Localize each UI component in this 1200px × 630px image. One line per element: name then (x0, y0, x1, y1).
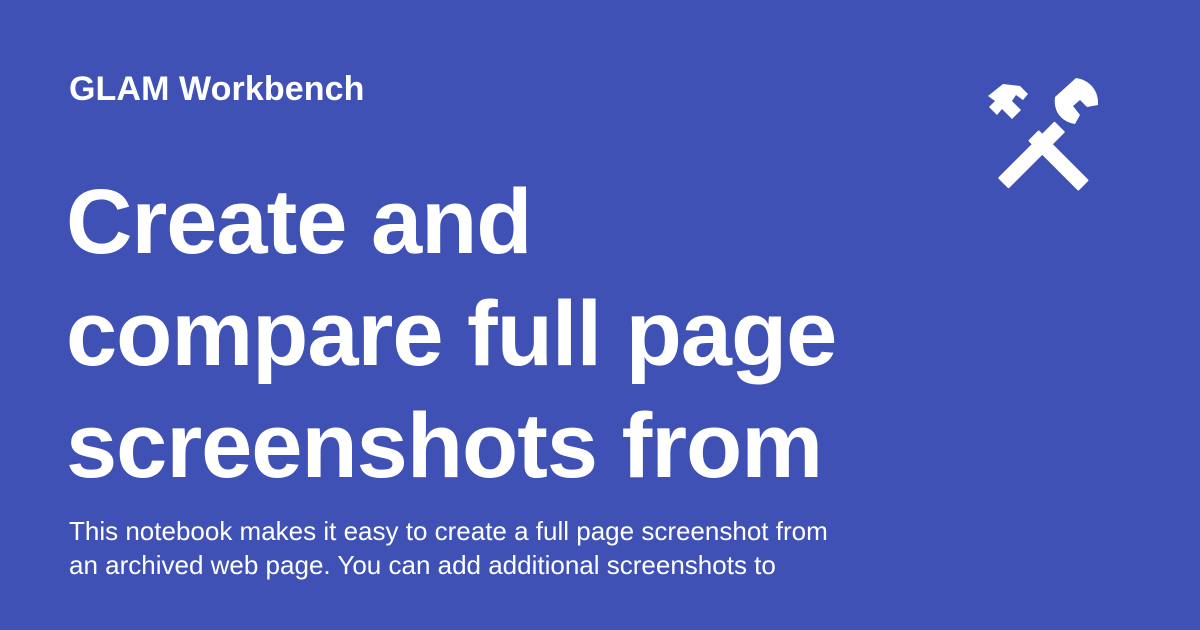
title-line: Create and (66, 171, 533, 273)
page-title: Create and compare full page screenshots… (66, 166, 966, 502)
title-line: compare full page (66, 283, 837, 385)
social-preview-card: GLAM Workbench Create and compare full p… (0, 0, 1200, 630)
title-line: screenshots from (66, 395, 823, 497)
description-line: This notebook makes it easy to create a … (69, 516, 828, 546)
description-line: an archived web page. You can add additi… (69, 550, 776, 580)
page-description: This notebook makes it easy to create a … (69, 514, 929, 582)
site-name: GLAM Workbench (69, 70, 365, 108)
hammer-wrench-icon (988, 78, 1099, 191)
